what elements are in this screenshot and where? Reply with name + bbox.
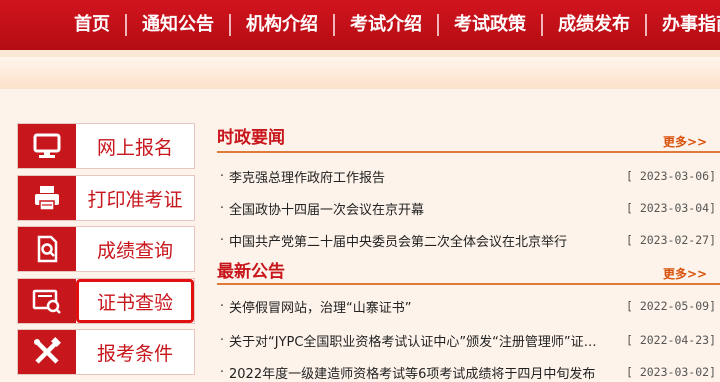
notice-date: [ 2023-03-02] xyxy=(625,365,716,379)
notices-section-title: 最新公告 xyxy=(217,262,285,282)
news-section-divider xyxy=(217,151,720,153)
nav-home[interactable]: 首页 xyxy=(0,14,125,36)
menu-label: 报考条件 xyxy=(96,342,173,365)
news-date: [ 2023-03-04] xyxy=(625,201,716,215)
bullet-icon: · xyxy=(219,168,225,184)
notice-title[interactable]: 关于对“JYPC全国职业资格考试认证中心”颁发“注册管理师”证书的说明 xyxy=(229,331,609,350)
bullet-icon: · xyxy=(219,332,225,348)
bullet-icon: · xyxy=(219,298,225,314)
bullet-icon: · xyxy=(219,200,225,216)
menu-eligibility[interactable]: 报考条件 xyxy=(17,329,195,375)
notice-item[interactable]: · 关于对“JYPC全国职业资格考试认证中心”颁发“注册管理师”证书的说明 [ … xyxy=(215,330,720,350)
notices-section-divider xyxy=(217,283,720,285)
bullet-icon: · xyxy=(219,364,225,380)
news-title[interactable]: 全国政协十四届一次会议在京开幕 xyxy=(229,199,609,218)
nav-exam-intro[interactable]: 考试介绍 xyxy=(333,14,437,36)
notice-date: [ 2022-05-09] xyxy=(625,299,716,313)
notice-item[interactable]: · 关停假冒网站，治理“山寨证书” [ 2022-05-09] xyxy=(215,296,720,316)
monitor-icon xyxy=(18,124,76,168)
notice-date: [ 2022-04-23] xyxy=(625,333,716,347)
nav-divider xyxy=(0,50,720,57)
nav-about[interactable]: 机构介绍 xyxy=(229,14,333,36)
nav-exam-policy[interactable]: 考试政策 xyxy=(437,14,541,36)
bullet-icon: · xyxy=(219,232,225,248)
spacer xyxy=(0,89,720,101)
nav-notices[interactable]: 通知公告 xyxy=(125,14,229,36)
menu-label: 打印准考证 xyxy=(87,188,183,211)
menu-print-admission[interactable]: 打印准考证 xyxy=(17,175,195,221)
tools-icon xyxy=(18,330,76,374)
sub-banner xyxy=(0,57,720,89)
news-item[interactable]: · 全国政协十四届一次会议在京开幕 [ 2023-03-04] xyxy=(215,198,720,218)
menu-certificate-verify[interactable]: 证书查验 xyxy=(17,278,195,324)
document-search-icon xyxy=(18,227,76,271)
news-more-link[interactable]: 更多>> xyxy=(663,133,707,150)
menu-label: 成绩查询 xyxy=(96,239,173,262)
nav-scores[interactable]: 成绩发布 xyxy=(541,14,645,36)
notice-title[interactable]: 2022年度一级建造师资格考试等6项考试成绩将于四月中旬发布 xyxy=(229,363,609,382)
news-title[interactable]: 李克强总理作政府工作报告 xyxy=(229,167,609,186)
notices-more-link[interactable]: 更多>> xyxy=(663,265,707,282)
menu-score-query[interactable]: 成绩查询 xyxy=(17,226,195,272)
notice-item[interactable]: · 2022年度一级建造师资格考试等6项考试成绩将于四月中旬发布 [ 2023-… xyxy=(215,362,720,382)
menu-online-registration[interactable]: 网上报名 xyxy=(17,123,195,169)
nav-guide[interactable]: 办事指南 xyxy=(645,14,720,36)
news-item[interactable]: · 李克强总理作政府工作报告 [ 2023-03-06] xyxy=(215,166,720,186)
news-section-title: 时政要闻 xyxy=(217,128,285,148)
top-nav: 首页 通知公告 机构介绍 考试介绍 考试政策 成绩发布 办事指南 xyxy=(0,0,720,50)
certificate-verify-icon xyxy=(18,279,76,323)
news-item[interactable]: · 中国共产党第二十届中央委员会第二次全体会议在北京举行 [ 2023-02-2… xyxy=(215,230,720,250)
printer-icon xyxy=(18,176,76,220)
news-date: [ 2023-03-06] xyxy=(625,169,716,183)
news-title[interactable]: 中国共产党第二十届中央委员会第二次全体会议在北京举行 xyxy=(229,231,609,250)
menu-label: 证书查验 xyxy=(76,279,194,323)
menu-label: 网上报名 xyxy=(96,136,173,159)
notice-title[interactable]: 关停假冒网站，治理“山寨证书” xyxy=(229,297,609,316)
news-date: [ 2023-02-27] xyxy=(625,233,716,247)
